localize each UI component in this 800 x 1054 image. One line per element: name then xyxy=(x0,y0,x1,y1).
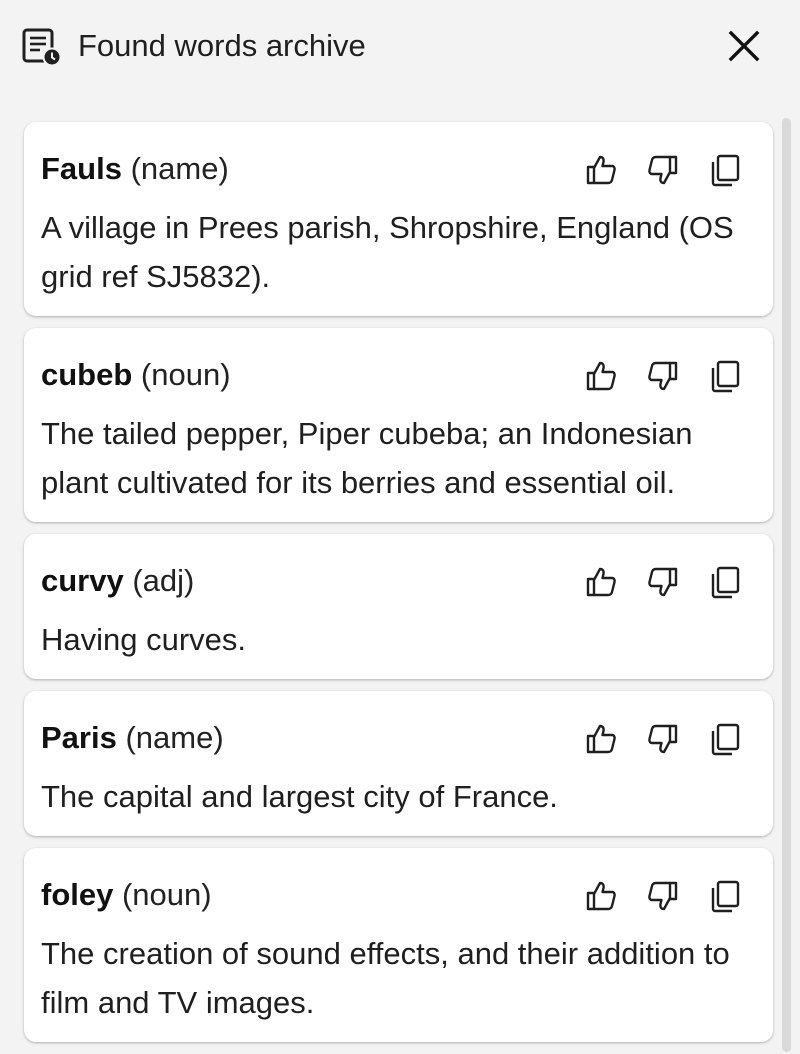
like-button[interactable] xyxy=(583,152,619,188)
word-list: Fauls (name) A village in Prees parish, … xyxy=(24,122,773,1054)
dislike-button[interactable] xyxy=(645,878,681,914)
like-button[interactable] xyxy=(583,878,619,914)
word-card: Paris (name) The capital and largest cit… xyxy=(24,691,773,836)
part-of-speech: (noun) xyxy=(121,877,212,912)
dislike-button[interactable] xyxy=(645,358,681,394)
archive-list-clock-icon xyxy=(22,28,62,67)
word-text: Paris xyxy=(41,720,117,755)
copy-button[interactable] xyxy=(707,358,743,394)
copy-icon[interactable] xyxy=(708,565,742,599)
like-button[interactable] xyxy=(583,358,619,394)
thumb-up-icon[interactable] xyxy=(584,879,618,913)
definition-text: The creation of sound effects, and their… xyxy=(41,936,730,1020)
word-heading: curvy (adj) xyxy=(41,561,194,601)
thumb-down-icon[interactable] xyxy=(646,565,680,599)
word-card: cubeb (noun) The tailed pepper, Piper cu… xyxy=(24,328,773,522)
part-of-speech: (noun) xyxy=(140,357,231,392)
thumb-down-icon[interactable] xyxy=(646,359,680,393)
copy-icon[interactable] xyxy=(708,153,742,187)
definition-text: The capital and largest city of France. xyxy=(41,779,558,814)
dislike-button[interactable] xyxy=(645,152,681,188)
word-text: cubeb xyxy=(41,357,133,392)
archive-header: Found words archive xyxy=(0,0,800,92)
word-card: foley (noun) The creation of sound effec… xyxy=(24,848,773,1042)
definition-text: A village in Prees parish, Shropshire, E… xyxy=(41,210,734,294)
card-actions xyxy=(583,358,743,394)
dislike-button[interactable] xyxy=(645,721,681,757)
word-heading: cubeb (noun) xyxy=(41,355,231,395)
thumb-up-icon[interactable] xyxy=(584,153,618,187)
scrollbar[interactable] xyxy=(782,118,791,1052)
word-card: curvy (adj) Having curves. xyxy=(24,534,773,679)
close-icon[interactable] xyxy=(722,24,766,68)
word-heading: Paris (name) xyxy=(41,718,224,758)
page-title: Found words archive xyxy=(78,28,366,63)
definition-text: Having curves. xyxy=(41,622,247,657)
copy-icon[interactable] xyxy=(708,359,742,393)
word-text: Fauls xyxy=(41,151,122,186)
scrollbar-thumb[interactable] xyxy=(782,118,791,1052)
card-actions xyxy=(583,564,743,600)
like-button[interactable] xyxy=(583,564,619,600)
like-button[interactable] xyxy=(583,721,619,757)
dislike-button[interactable] xyxy=(645,564,681,600)
card-actions xyxy=(583,152,743,188)
copy-button[interactable] xyxy=(707,721,743,757)
close-button[interactable] xyxy=(722,24,766,68)
thumb-up-icon[interactable] xyxy=(584,359,618,393)
copy-icon[interactable] xyxy=(708,879,742,913)
word-card: Fauls (name) A village in Prees parish, … xyxy=(24,122,773,316)
word-text: foley xyxy=(41,877,114,912)
card-actions xyxy=(583,721,743,757)
definition-text: The tailed pepper, Piper cubeba; an Indo… xyxy=(41,416,693,500)
word-heading: foley (noun) xyxy=(41,875,212,915)
thumb-up-icon[interactable] xyxy=(584,565,618,599)
part-of-speech: (name) xyxy=(125,720,224,755)
word-heading: Fauls (name) xyxy=(41,149,229,189)
card-actions xyxy=(583,878,743,914)
thumb-down-icon[interactable] xyxy=(646,879,680,913)
copy-button[interactable] xyxy=(707,878,743,914)
thumb-down-icon[interactable] xyxy=(646,722,680,756)
part-of-speech: (adj) xyxy=(132,563,195,598)
copy-button[interactable] xyxy=(707,564,743,600)
thumb-down-icon[interactable] xyxy=(646,153,680,187)
copy-icon[interactable] xyxy=(708,722,742,756)
part-of-speech: (name) xyxy=(130,151,229,186)
word-text: curvy xyxy=(41,563,124,598)
thumb-up-icon[interactable] xyxy=(584,722,618,756)
copy-button[interactable] xyxy=(707,152,743,188)
